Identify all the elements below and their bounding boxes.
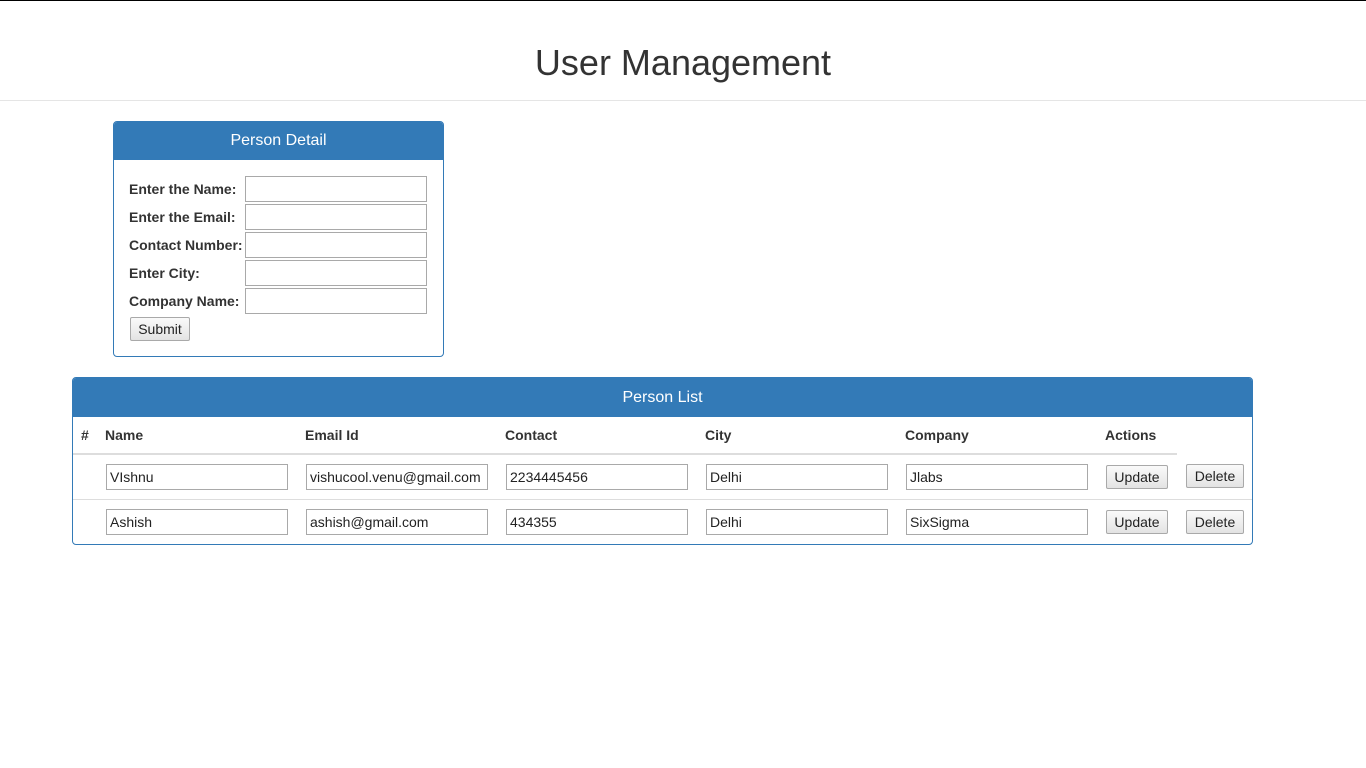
contact-input[interactable] [245,232,427,258]
row-2-email-input[interactable] [306,509,488,535]
row-2-delete-button[interactable]: Delete [1186,510,1244,534]
row-1-name-input[interactable] [106,464,288,490]
row-2-city-input[interactable] [706,509,888,535]
row-1-city-input[interactable] [706,464,888,490]
company-input[interactable] [245,288,427,314]
row-2-company-input[interactable] [906,509,1088,535]
name-label: Enter the Name: [129,181,237,197]
column-header-actions: Actions [1105,427,1157,443]
column-header-contact: Contact [505,427,558,443]
person-detail-heading: Person Detail [114,122,443,160]
person-list-heading: Person List [73,378,1252,417]
row-2-contact-input[interactable] [506,509,688,535]
row-1-contact-input[interactable] [506,464,688,490]
column-header-city: City [705,427,732,443]
column-header-company: Company [905,427,969,443]
person-detail-panel: Person Detail Enter the Name: Enter the … [113,121,444,357]
row-1-update-button[interactable]: Update [1106,465,1168,489]
email-input[interactable] [245,204,427,230]
row-1-company-input[interactable] [906,464,1088,490]
city-input[interactable] [245,260,427,286]
submit-button[interactable]: Submit [130,317,190,341]
table-header-divider [73,453,1177,455]
page-header: User Management [0,1,1366,101]
city-label: Enter City: [129,265,200,281]
column-header-name: Name [105,427,144,443]
email-label: Enter the Email: [129,209,236,225]
row-1-delete-button[interactable]: Delete [1186,464,1244,488]
company-label: Company Name: [129,293,240,309]
row-2-update-button[interactable]: Update [1106,510,1168,534]
row-1-email-input[interactable] [306,464,488,490]
person-list-panel: Person List # Name Email Id Contact City… [72,377,1253,545]
column-header-index: # [81,427,89,443]
column-header-email: Email Id [305,427,359,443]
contact-label: Contact Number: [129,237,243,253]
table-row-divider [73,499,1252,500]
page-title: User Management [534,42,832,83]
row-2-name-input[interactable] [106,509,288,535]
name-input[interactable] [245,176,427,202]
